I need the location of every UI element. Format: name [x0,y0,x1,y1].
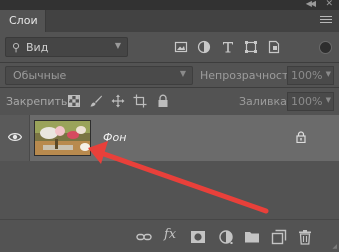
link-layers-icon[interactable] [136,229,152,245]
filter-toggle-icon[interactable] [319,41,332,54]
fill-label: Заливка: [239,95,291,108]
shape-filter-icon[interactable] [244,40,258,54]
filter-kind-select[interactable]: ⚲ Вид ▼ [5,37,128,57]
blend-mode-select[interactable]: Обычные ▼ [5,66,193,85]
lock-transparent-pixels-icon[interactable] [67,94,81,108]
layer-name[interactable]: Фон [103,131,126,144]
filter-kind-label: Вид [26,41,49,54]
double-chevron-right-icon[interactable]: ◀◀ [306,0,316,8]
lock-image-pixels-icon[interactable] [89,94,103,108]
opacity-field[interactable]: 100% ▼ [287,66,334,85]
adjustment-filter-icon[interactable] [197,40,211,54]
layer-filter-bar: ⚲ Вид ▼ [0,32,339,62]
layer-row[interactable]: Фон [0,115,339,161]
resize-grip-icon[interactable]: ◢ [332,243,337,250]
blend-mode-value: Обычные [13,69,67,82]
eye-icon [8,133,22,141]
lock-row: Закрепить: Заливка: 100% ▼ [0,88,339,114]
chevron-down-icon: ▼ [325,70,331,78]
tab-layers[interactable]: Слои [0,10,46,32]
hamburger-menu-icon[interactable] [320,16,332,25]
fill-value: 100% [291,95,323,108]
layers-list: Фон [0,115,339,219]
delete-layer-icon[interactable] [297,229,313,245]
smart-object-filter-icon[interactable] [267,40,281,54]
panel-title-bar: ◀◀ ✕ [0,0,339,10]
layer-thumbnail[interactable] [34,120,91,156]
opacity-label: Непрозрачность: [200,69,299,82]
lock-all-icon[interactable] [156,94,170,108]
tab-layers-label: Слои [9,14,38,27]
chevron-down-icon: ▼ [325,96,331,104]
search-icon: ⚲ [12,41,21,54]
image-filter-icon[interactable] [174,40,188,54]
new-layer-icon[interactable] [271,229,287,245]
layers-bottom-toolbar: fx ◢ [0,219,339,252]
fx-label: fx [164,227,177,242]
panel-tab-row: Слои [0,10,339,32]
adjustment-layer-icon[interactable] [218,229,234,245]
fill-field[interactable]: 100% ▼ [287,92,334,111]
lock-position-icon[interactable] [111,94,125,108]
fx-icon[interactable]: fx [164,227,180,243]
blend-row: Обычные ▼ Непрозрачность: 100% ▼ [0,63,339,87]
lock-artboard-icon[interactable] [133,94,147,108]
lock-label: Закрепить: [6,95,72,108]
chevron-down-icon: ▼ [179,69,186,78]
lock-icon [296,131,306,146]
add-mask-icon[interactable] [190,229,206,245]
type-filter-icon[interactable] [221,40,235,54]
new-group-icon[interactable] [244,229,260,245]
chevron-down-icon: ▼ [114,41,121,50]
opacity-value: 100% [291,69,323,82]
close-icon[interactable]: ✕ [325,0,333,9]
visibility-toggle[interactable] [0,115,30,161]
